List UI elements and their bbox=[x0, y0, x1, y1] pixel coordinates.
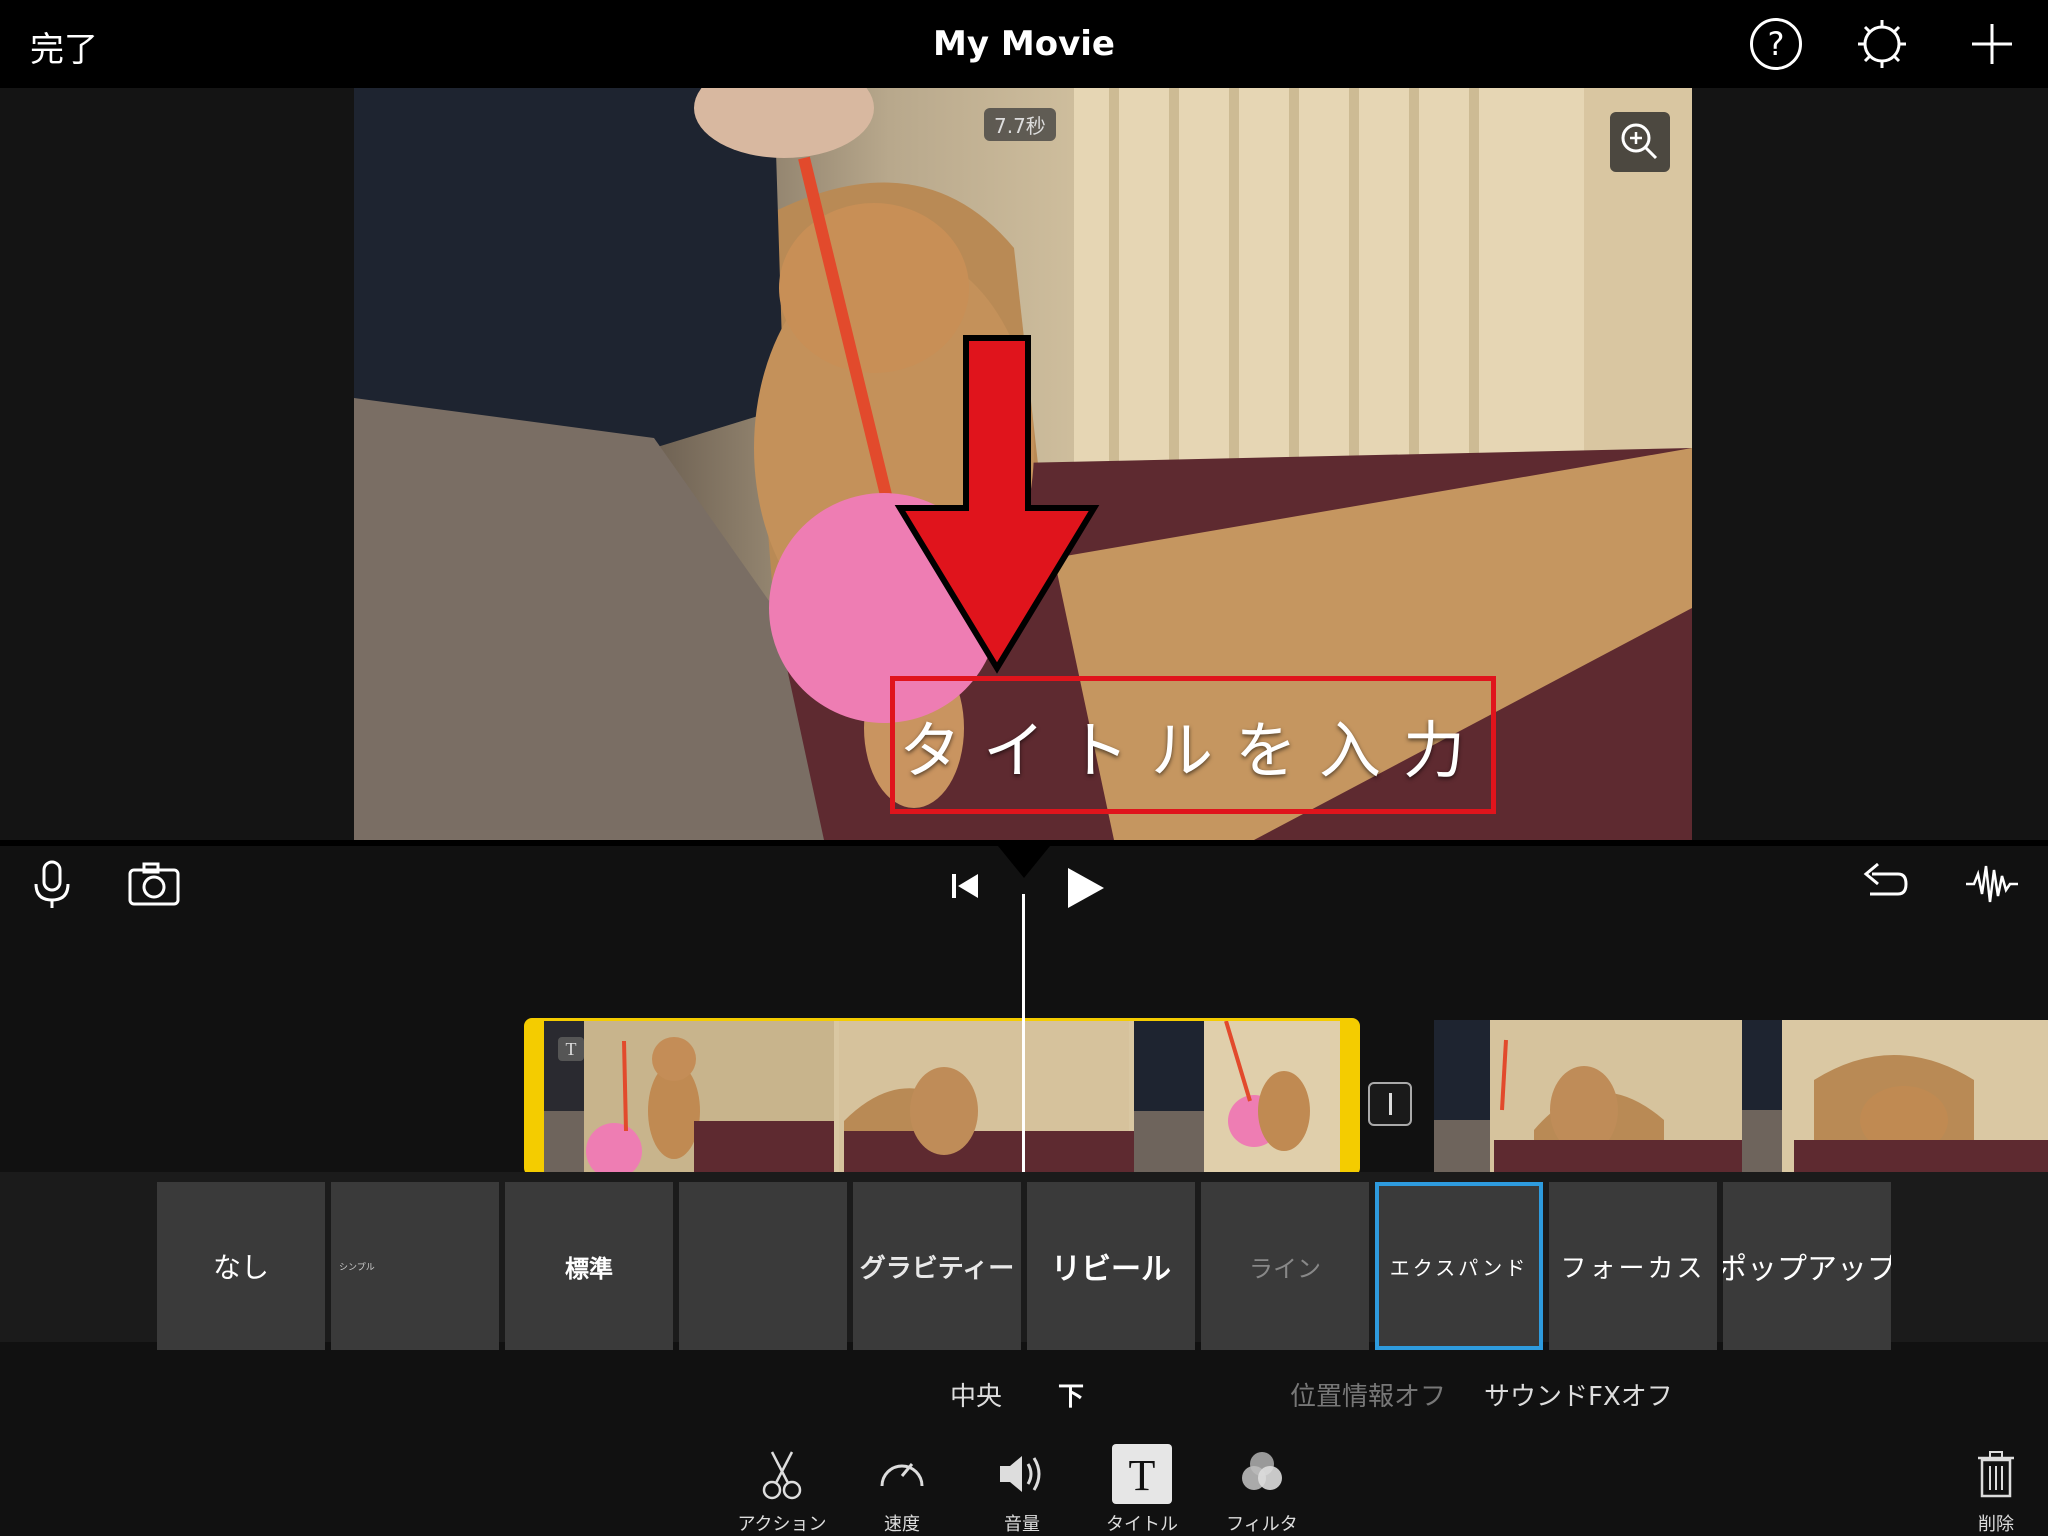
filter-label: フィルタ bbox=[1226, 1514, 1298, 1535]
help-icon[interactable]: ? bbox=[1750, 18, 1802, 70]
camera-icon[interactable] bbox=[126, 856, 182, 912]
action-label: アクション bbox=[737, 1514, 827, 1535]
scissors-icon bbox=[752, 1444, 812, 1504]
movie-title: My Movie bbox=[933, 24, 1115, 64]
microphone-icon[interactable] bbox=[24, 856, 80, 912]
location-info-toggle[interactable]: 位置情報オフ bbox=[1290, 1376, 1446, 1413]
speed-label: 速度 bbox=[884, 1514, 920, 1535]
delete-tool[interactable]: 削除 bbox=[1946, 1444, 2046, 1536]
filter-circles-icon bbox=[1232, 1444, 1292, 1504]
style-blank[interactable] bbox=[679, 1182, 847, 1350]
title-tool[interactable]: T タイトル bbox=[1092, 1444, 1192, 1536]
bottom-toolbar: アクション 速度 音量 T タイトル フィルタ 削除 bbox=[0, 1432, 2048, 1536]
play-icon[interactable] bbox=[1058, 860, 1114, 916]
trash-icon bbox=[1966, 1444, 2026, 1504]
zoom-in-icon[interactable] bbox=[1610, 112, 1670, 172]
style-simple[interactable]: シンプル bbox=[331, 1182, 499, 1350]
skip-to-start-icon[interactable] bbox=[938, 858, 994, 914]
volume-label: 音量 bbox=[1004, 1514, 1040, 1535]
settings-gear-icon[interactable] bbox=[1856, 18, 1908, 70]
style-expand[interactable]: エクスパンド bbox=[1375, 1182, 1543, 1350]
action-tool[interactable]: アクション bbox=[732, 1444, 832, 1536]
speed-tool[interactable]: 速度 bbox=[852, 1444, 952, 1536]
volume-tool[interactable]: 音量 bbox=[972, 1444, 1072, 1536]
title-options-row: 中央 下 位置情報オフ サウンドFXオフ bbox=[0, 1352, 2048, 1432]
style-reveal[interactable]: リビール bbox=[1027, 1182, 1195, 1350]
title-t-icon: T bbox=[1112, 1444, 1172, 1504]
playhead-marker bbox=[998, 846, 1050, 878]
delete-label: 削除 bbox=[1978, 1514, 2014, 1535]
title-style-strip: なし シンプル 標準 グラビティー リビール ライン エクスパンド フォーカス … bbox=[0, 1172, 2048, 1350]
title-input-placeholder[interactable]: タイトルを入力 bbox=[895, 700, 1491, 790]
audio-waveform-icon[interactable] bbox=[1964, 856, 2020, 912]
selected-clip[interactable]: T bbox=[524, 1018, 1360, 1176]
sound-fx-toggle[interactable]: サウンドFXオフ bbox=[1484, 1376, 1673, 1413]
speedometer-icon bbox=[872, 1444, 932, 1504]
style-focus[interactable]: フォーカス bbox=[1549, 1182, 1717, 1350]
style-standard[interactable]: 標準 bbox=[505, 1182, 673, 1350]
transition-button[interactable] bbox=[1368, 1082, 1412, 1126]
position-bottom-option[interactable]: 下 bbox=[1058, 1376, 1084, 1413]
svg-text:T: T bbox=[1129, 1451, 1156, 1500]
playhead-line[interactable] bbox=[1022, 894, 1025, 1176]
title-label: タイトル bbox=[1106, 1514, 1178, 1535]
style-none[interactable]: なし bbox=[157, 1182, 325, 1350]
position-center-option[interactable]: 中央 bbox=[950, 1376, 1002, 1413]
svg-text:T: T bbox=[566, 1039, 577, 1059]
next-clip[interactable] bbox=[1434, 1020, 2048, 1176]
style-line[interactable]: ライン bbox=[1201, 1182, 1369, 1350]
filter-tool[interactable]: フィルタ bbox=[1212, 1444, 1312, 1536]
style-popup[interactable]: ポップアップ bbox=[1723, 1182, 1891, 1350]
style-gravity[interactable]: グラビティー bbox=[853, 1182, 1021, 1350]
speaker-icon bbox=[992, 1444, 1052, 1504]
duration-badge: 7.7秒 bbox=[984, 108, 1056, 141]
undo-icon[interactable] bbox=[1854, 856, 1910, 912]
add-icon[interactable] bbox=[1966, 18, 2018, 70]
